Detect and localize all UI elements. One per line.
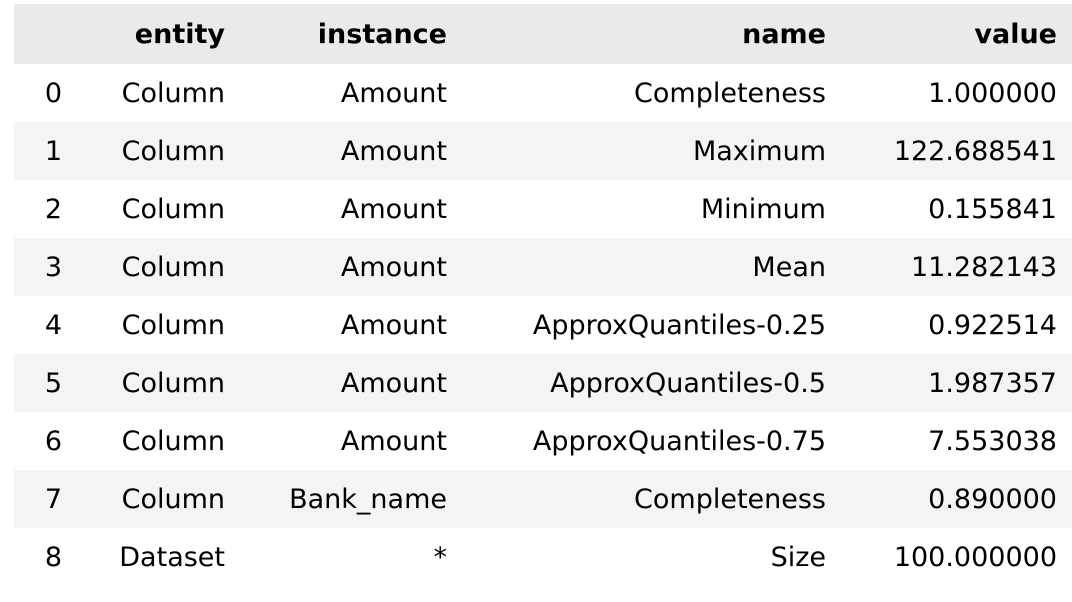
cell-entity: Dataset xyxy=(119,541,225,573)
table-row: 7 Column Bank_name Completeness 0.890000 xyxy=(14,470,1072,528)
row-index: 2 xyxy=(44,193,62,225)
cell-name: ApproxQuantiles-0.5 xyxy=(550,367,826,399)
cell-name: Mean xyxy=(752,251,826,283)
cell-value: 11.282143 xyxy=(910,251,1057,283)
cell-instance: Amount xyxy=(340,367,447,399)
table-row: 5 Column Amount ApproxQuantiles-0.5 1.98… xyxy=(14,354,1072,412)
cell-name: Maximum xyxy=(692,135,826,167)
column-header-value: value xyxy=(974,18,1057,50)
cell-entity: Column xyxy=(121,425,225,457)
row-index: 6 xyxy=(44,425,62,457)
cell-instance: Bank_name xyxy=(289,483,447,515)
cell-value: 7.553038 xyxy=(928,425,1057,457)
cell-entity: Column xyxy=(121,77,225,109)
table-row: 2 Column Amount Minimum 0.155841 xyxy=(14,180,1072,238)
column-header-name: name xyxy=(742,18,826,50)
row-index: 7 xyxy=(44,483,62,515)
cell-instance: Amount xyxy=(340,77,447,109)
cell-name: Minimum xyxy=(700,193,826,225)
row-index: 0 xyxy=(44,77,62,109)
cell-name: Completeness xyxy=(634,77,826,109)
cell-value: 0.890000 xyxy=(928,483,1057,515)
table-row: 0 Column Amount Completeness 1.000000 xyxy=(14,64,1072,122)
table-body: 0 Column Amount Completeness 1.000000 1 … xyxy=(14,64,1072,586)
cell-entity: Column xyxy=(121,251,225,283)
row-index: 5 xyxy=(44,367,62,399)
cell-entity: Column xyxy=(121,193,225,225)
table-header-row: entity instance name value xyxy=(14,4,1072,64)
table-row: 8 Dataset * Size 100.000000 xyxy=(14,528,1072,586)
cell-value: 122.688541 xyxy=(893,135,1057,167)
column-header-index xyxy=(14,4,62,64)
cell-value: 1.000000 xyxy=(928,77,1057,109)
table-row: 1 Column Amount Maximum 122.688541 xyxy=(14,122,1072,180)
row-index: 1 xyxy=(44,135,62,167)
cell-instance: Amount xyxy=(340,309,447,341)
cell-entity: Column xyxy=(121,483,225,515)
row-index: 4 xyxy=(44,309,62,341)
cell-instance: Amount xyxy=(340,135,447,167)
table-row: 4 Column Amount ApproxQuantiles-0.25 0.9… xyxy=(14,296,1072,354)
cell-value: 0.155841 xyxy=(928,193,1057,225)
cell-entity: Column xyxy=(121,135,225,167)
cell-name: ApproxQuantiles-0.75 xyxy=(532,425,826,457)
row-index: 8 xyxy=(44,541,62,573)
cell-instance: Amount xyxy=(340,425,447,457)
cell-value: 1.987357 xyxy=(928,367,1057,399)
cell-instance: Amount xyxy=(340,193,447,225)
column-header-instance: instance xyxy=(317,18,447,50)
row-index: 3 xyxy=(44,251,62,283)
cell-value: 0.922514 xyxy=(928,309,1057,341)
cell-value: 100.000000 xyxy=(893,541,1057,573)
metrics-table: entity instance name value 0 Column Amou… xyxy=(14,4,1072,586)
table-row: 3 Column Amount Mean 11.282143 xyxy=(14,238,1072,296)
column-header-entity: entity xyxy=(134,18,225,50)
cell-name: ApproxQuantiles-0.25 xyxy=(532,309,826,341)
table-row: 6 Column Amount ApproxQuantiles-0.75 7.5… xyxy=(14,412,1072,470)
cell-name: Size xyxy=(770,541,826,573)
cell-name: Completeness xyxy=(634,483,826,515)
table-header: entity instance name value xyxy=(14,4,1072,64)
cell-instance: * xyxy=(433,541,448,573)
cell-entity: Column xyxy=(121,367,225,399)
cell-instance: Amount xyxy=(340,251,447,283)
dataframe-container: entity instance name value 0 Column Amou… xyxy=(0,0,1072,602)
cell-entity: Column xyxy=(121,309,225,341)
